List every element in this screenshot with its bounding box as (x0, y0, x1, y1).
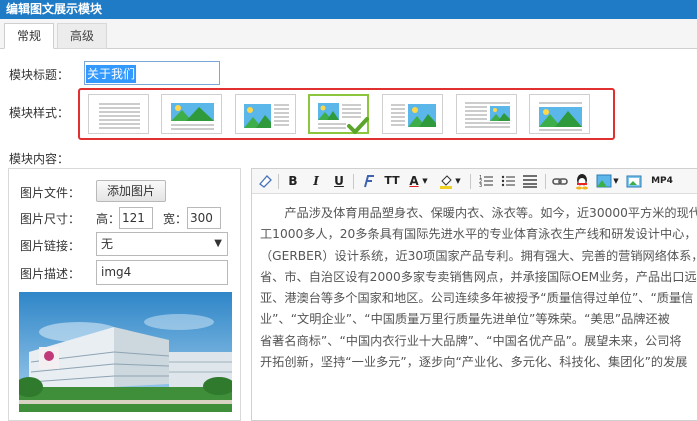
style-option-text-image-right[interactable] (456, 94, 517, 134)
link-icon[interactable] (552, 172, 568, 190)
media-button[interactable]: MP4 (650, 172, 674, 190)
style-option-image-right[interactable] (382, 94, 443, 134)
style-label: 模块样式： (9, 106, 70, 120)
image-settings-panel: 图片文件： 添加图片 图片尺寸： 高： 121 宽： 300 图片链接： 无 ▼… (8, 168, 241, 421)
chevron-down-icon[interactable]: ▼ (421, 172, 429, 190)
underline-button[interactable]: U (332, 172, 346, 190)
unordered-list-icon[interactable] (500, 172, 516, 190)
building-photo (19, 292, 232, 412)
image-preview (19, 292, 232, 412)
editor-content[interactable]: 产品涉及体育用品塑身衣、保暖内衣、泳衣等。如今，近30000平方米的现代化 工1… (260, 203, 697, 373)
style-options-group (78, 88, 615, 140)
editor-line: 工1000多人，20多条具有国际先进水平的专业体育泳衣生产线和研发设计中心，美 (260, 227, 697, 242)
image-icon[interactable] (596, 172, 612, 190)
tab-bar: 常规 高级 (0, 19, 697, 49)
height-input[interactable]: 121 (119, 207, 153, 229)
chevron-down-icon[interactable]: ▼ (454, 172, 462, 190)
image-desc-input[interactable]: img4 (96, 260, 228, 285)
rich-text-editor: B I U TT A ▼ ▼ 123 ▼ MP4 产品涉及体育用品塑身衣、保暖内… (251, 168, 697, 421)
toolbar-separator (545, 174, 546, 189)
editor-line: 亚、港澳台等多个国家和地区。公司连续多年被授予“质量信得过单位”、“质量信 (260, 291, 694, 306)
highlight-color-icon[interactable] (438, 172, 454, 190)
italic-button[interactable]: I (309, 172, 323, 190)
style-option-image-bottom[interactable] (529, 94, 590, 134)
width-input[interactable]: 300 (187, 207, 221, 229)
editor-line: 产品涉及体育用品塑身衣、保暖内衣、泳衣等。如今，近30000平方米的现代化 (260, 206, 697, 220)
image-desc-label: 图片描述： (20, 267, 81, 281)
image-text-icon (465, 102, 510, 128)
gallery-icon[interactable] (626, 172, 642, 190)
image-text-icon (391, 104, 436, 127)
image-file-label: 图片文件： (20, 186, 81, 200)
svg-text:3: 3 (479, 183, 482, 189)
image-text-icon (539, 102, 582, 131)
editor-toolbar: B I U TT A ▼ ▼ 123 ▼ MP4 (252, 169, 697, 194)
image-text-icon (244, 104, 289, 128)
title-input-value: 关于我们 (86, 65, 137, 83)
title-input[interactable]: 关于我们 (84, 61, 220, 85)
font-color-button[interactable]: A (407, 172, 421, 190)
editor-line: 业”、“文明企业”、“中国质量万里行质量先进单位”等殊荣。“美思”品牌还被 (260, 312, 670, 327)
content-label: 模块内容： (9, 152, 70, 166)
align-justify-icon[interactable] (522, 172, 538, 190)
image-link-value: 无 (101, 237, 114, 251)
dropdown-arrow-icon: ▼ (214, 238, 222, 249)
tab-advanced[interactable]: 高级 (57, 23, 107, 49)
check-icon (347, 117, 369, 134)
toolbar-separator (470, 174, 471, 189)
toolbar-separator (353, 174, 354, 189)
toolbar-separator (278, 174, 279, 189)
image-text-icon (171, 103, 214, 130)
editor-line: 开拓创新，坚持“一业多元”，逐步向“产业化、多元化、科技化、集团化”的发展 (260, 355, 688, 370)
window-title: 编辑图文展示模块 (0, 0, 697, 19)
editor-line: 省、市、自治区设有2000多家专卖销售网点，并承接国际OEM业务，产品出口远销 (260, 269, 697, 284)
style-option-image-left[interactable] (235, 94, 296, 134)
text-lines-icon (99, 103, 140, 129)
editor-line: （GERBER）设计系统，近30项国家产品专利。拥有强大、完善的营销网络体系，在 (260, 248, 697, 263)
tab-general[interactable]: 常规 (4, 23, 54, 49)
font-family-icon[interactable] (360, 172, 376, 190)
qq-icon[interactable] (574, 172, 590, 190)
height-label: 高： (96, 212, 121, 226)
style-option-image-top[interactable] (161, 94, 222, 134)
bold-button[interactable]: B (286, 172, 300, 190)
image-link-select[interactable]: 无 ▼ (96, 232, 228, 256)
editor-line: 省著名商标”、“中国内衣行业十大品牌”、“中国名优产品”。展望未来，公司将 (260, 333, 682, 348)
font-size-button[interactable]: TT (384, 172, 400, 190)
width-label: 宽： (163, 212, 188, 226)
chevron-down-icon[interactable]: ▼ (612, 172, 620, 190)
image-link-label: 图片链接： (20, 239, 81, 253)
add-image-button[interactable]: 添加图片 (96, 180, 166, 202)
image-size-label: 图片尺寸： (20, 212, 81, 226)
style-option-text-only[interactable] (88, 94, 149, 134)
style-option-selected[interactable] (308, 94, 369, 134)
title-label: 模块标题： (9, 68, 70, 82)
ordered-list-icon[interactable]: 123 (478, 172, 494, 190)
eraser-icon[interactable] (257, 172, 273, 190)
